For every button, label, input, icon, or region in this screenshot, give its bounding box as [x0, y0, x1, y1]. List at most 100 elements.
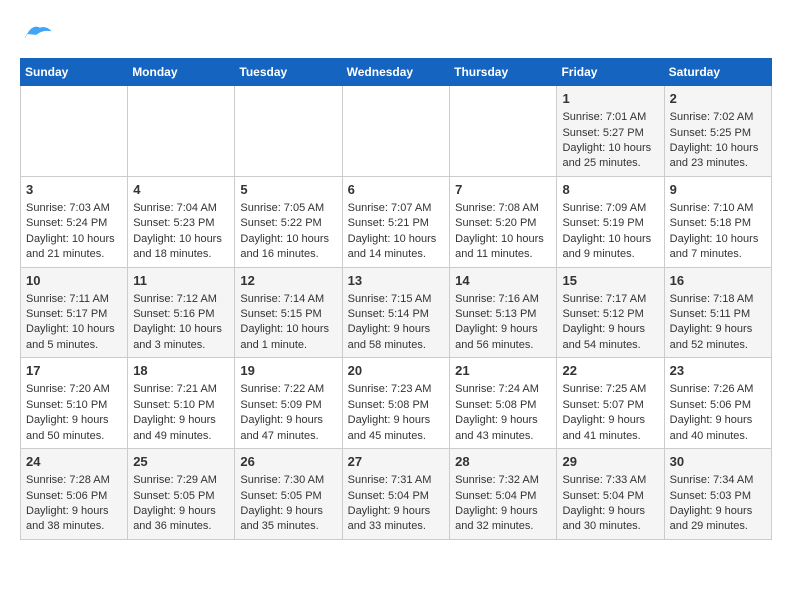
calendar-cell: 26Sunrise: 7:30 AMSunset: 5:05 PMDayligh… — [235, 449, 342, 540]
calendar-cell: 28Sunrise: 7:32 AMSunset: 5:04 PMDayligh… — [450, 449, 557, 540]
cell-content: Daylight: 9 hours and 52 minutes. — [670, 322, 766, 353]
cell-content: Daylight: 9 hours and 40 minutes. — [670, 413, 766, 444]
calendar-cell: 3Sunrise: 7:03 AMSunset: 5:24 PMDaylight… — [21, 176, 128, 267]
cell-content: Sunset: 5:19 PM — [562, 216, 658, 231]
calendar-cell — [21, 86, 128, 177]
calendar-cell: 2 Sunrise: 7:02 AMSunset: 5:25 PMDaylight… — [664, 86, 771, 177]
cell-content: Sunset: 5:18 PM — [670, 216, 766, 231]
calendar-cell: 7Sunrise: 7:08 AMSunset: 5:20 PMDaylight… — [450, 176, 557, 267]
day-number: 18 — [133, 362, 229, 380]
day-number: 23 — [670, 362, 766, 380]
calendar-cell: 10Sunrise: 7:11 AMSunset: 5:17 PMDayligh… — [21, 267, 128, 358]
cell-content: Sunset: 5:22 PM — [240, 216, 336, 231]
day-number: 10 — [26, 272, 122, 290]
cell-content: Sunrise: 7:05 AM — [240, 201, 336, 216]
day-number: 21 — [455, 362, 551, 380]
cell-content: Daylight: 9 hours and 29 minutes. — [670, 504, 766, 535]
cell-content: Sunset: 5:25 PM — [670, 126, 766, 141]
calendar-cell — [235, 86, 342, 177]
cell-content: Daylight: 10 hours and 25 minutes. — [562, 141, 658, 172]
cell-content: Sunrise: 7:34 AM — [670, 473, 766, 488]
cell-content: Daylight: 9 hours and 49 minutes. — [133, 413, 229, 444]
calendar-cell — [128, 86, 235, 177]
day-number: 2 — [670, 90, 766, 108]
day-number: 11 — [133, 272, 229, 290]
day-number: 6 — [348, 181, 445, 199]
cell-content: Sunset: 5:05 PM — [240, 489, 336, 504]
cell-content: Sunset: 5:13 PM — [455, 307, 551, 322]
calendar-week-row: 17Sunrise: 7:20 AMSunset: 5:10 PMDayligh… — [21, 358, 772, 449]
cell-content: Sunrise: 7:02 AM — [670, 110, 766, 125]
cell-content: Sunrise: 7:03 AM — [26, 201, 122, 216]
cell-content: Sunrise: 7:25 AM — [562, 382, 658, 397]
general-blue-logo-icon — [20, 20, 56, 48]
calendar-cell: 1Sunrise: 7:01 AMSunset: 5:27 PMDaylight… — [557, 86, 664, 177]
day-number: 8 — [562, 181, 658, 199]
calendar-cell: 11Sunrise: 7:12 AMSunset: 5:16 PMDayligh… — [128, 267, 235, 358]
cell-content: Daylight: 10 hours and 21 minutes. — [26, 232, 122, 263]
day-number: 3 — [26, 181, 122, 199]
cell-content: Sunrise: 7:10 AM — [670, 201, 766, 216]
cell-content: Sunrise: 7:07 AM — [348, 201, 445, 216]
cell-content: Sunrise: 7:04 AM — [133, 201, 229, 216]
calendar-cell: 16Sunrise: 7:18 AMSunset: 5:11 PMDayligh… — [664, 267, 771, 358]
cell-content: Daylight: 9 hours and 35 minutes. — [240, 504, 336, 535]
day-number: 19 — [240, 362, 336, 380]
calendar-cell: 27Sunrise: 7:31 AMSunset: 5:04 PMDayligh… — [342, 449, 450, 540]
calendar: SundayMondayTuesdayWednesdayThursdayFrid… — [20, 58, 772, 540]
calendar-cell: 17Sunrise: 7:20 AMSunset: 5:10 PMDayligh… — [21, 358, 128, 449]
cell-content: Sunrise: 7:33 AM — [562, 473, 658, 488]
cell-content: Sunrise: 7:01 AM — [562, 110, 658, 125]
cell-content: Sunrise: 7:23 AM — [348, 382, 445, 397]
header-thursday: Thursday — [450, 59, 557, 86]
calendar-cell: 18 Sunrise: 7:21 AMSunset: 5:10 PMDayligh… — [128, 358, 235, 449]
cell-content: Sunrise: 7:11 AM — [26, 292, 122, 307]
calendar-cell: 22Sunrise: 7:25 AMSunset: 5:07 PMDayligh… — [557, 358, 664, 449]
cell-content: Daylight: 9 hours and 30 minutes. — [562, 504, 658, 535]
cell-content: Sunrise: 7:26 AM — [670, 382, 766, 397]
day-number: 22 — [562, 362, 658, 380]
header-wednesday: Wednesday — [342, 59, 450, 86]
calendar-header-row: SundayMondayTuesdayWednesdayThursdayFrid… — [21, 59, 772, 86]
cell-content: Daylight: 10 hours and 18 minutes. — [133, 232, 229, 263]
calendar-cell: 4Sunrise: 7:04 AMSunset: 5:23 PMDaylight… — [128, 176, 235, 267]
cell-content: Daylight: 10 hours and 3 minutes. — [133, 322, 229, 353]
cell-content: Sunset: 5:11 PM — [670, 307, 766, 322]
cell-content: Sunset: 5:10 PM — [133, 398, 229, 413]
cell-content: Sunset: 5:08 PM — [455, 398, 551, 413]
cell-content: Sunrise: 7:08 AM — [455, 201, 551, 216]
cell-content: Sunrise: 7:24 AM — [455, 382, 551, 397]
calendar-week-row: 3Sunrise: 7:03 AMSunset: 5:24 PMDaylight… — [21, 176, 772, 267]
cell-content: Sunset: 5:04 PM — [562, 489, 658, 504]
cell-content: Daylight: 10 hours and 16 minutes. — [240, 232, 336, 263]
cell-content: Sunset: 5:15 PM — [240, 307, 336, 322]
day-number: 7 — [455, 181, 551, 199]
day-number: 24 — [26, 453, 122, 471]
calendar-cell: 25Sunrise: 7:29 AMSunset: 5:05 PMDayligh… — [128, 449, 235, 540]
day-number: 30 — [670, 453, 766, 471]
cell-content: Sunset: 5:20 PM — [455, 216, 551, 231]
cell-content: Daylight: 9 hours and 58 minutes. — [348, 322, 445, 353]
header-monday: Monday — [128, 59, 235, 86]
cell-content: Daylight: 10 hours and 23 minutes. — [670, 141, 766, 172]
calendar-week-row: 1Sunrise: 7:01 AMSunset: 5:27 PMDaylight… — [21, 86, 772, 177]
header-tuesday: Tuesday — [235, 59, 342, 86]
cell-content: Sunset: 5:05 PM — [133, 489, 229, 504]
cell-content: Daylight: 10 hours and 9 minutes. — [562, 232, 658, 263]
cell-content: Sunset: 5:12 PM — [562, 307, 658, 322]
cell-content: Sunset: 5:16 PM — [133, 307, 229, 322]
cell-content: Sunset: 5:23 PM — [133, 216, 229, 231]
cell-content: Sunrise: 7:28 AM — [26, 473, 122, 488]
cell-content: Sunset: 5:09 PM — [240, 398, 336, 413]
cell-content: Sunrise: 7:18 AM — [670, 292, 766, 307]
cell-content: Daylight: 9 hours and 36 minutes. — [133, 504, 229, 535]
cell-content: Daylight: 9 hours and 54 minutes. — [562, 322, 658, 353]
calendar-cell: 9Sunrise: 7:10 AMSunset: 5:18 PMDaylight… — [664, 176, 771, 267]
cell-content: Daylight: 9 hours and 56 minutes. — [455, 322, 551, 353]
cell-content: Daylight: 9 hours and 50 minutes. — [26, 413, 122, 444]
cell-content: Sunrise: 7:21 AM — [133, 382, 229, 397]
day-number: 25 — [133, 453, 229, 471]
calendar-cell: 5Sunrise: 7:05 AMSunset: 5:22 PMDaylight… — [235, 176, 342, 267]
calendar-cell: 23Sunrise: 7:26 AMSunset: 5:06 PMDayligh… — [664, 358, 771, 449]
cell-content: Sunset: 5:04 PM — [455, 489, 551, 504]
